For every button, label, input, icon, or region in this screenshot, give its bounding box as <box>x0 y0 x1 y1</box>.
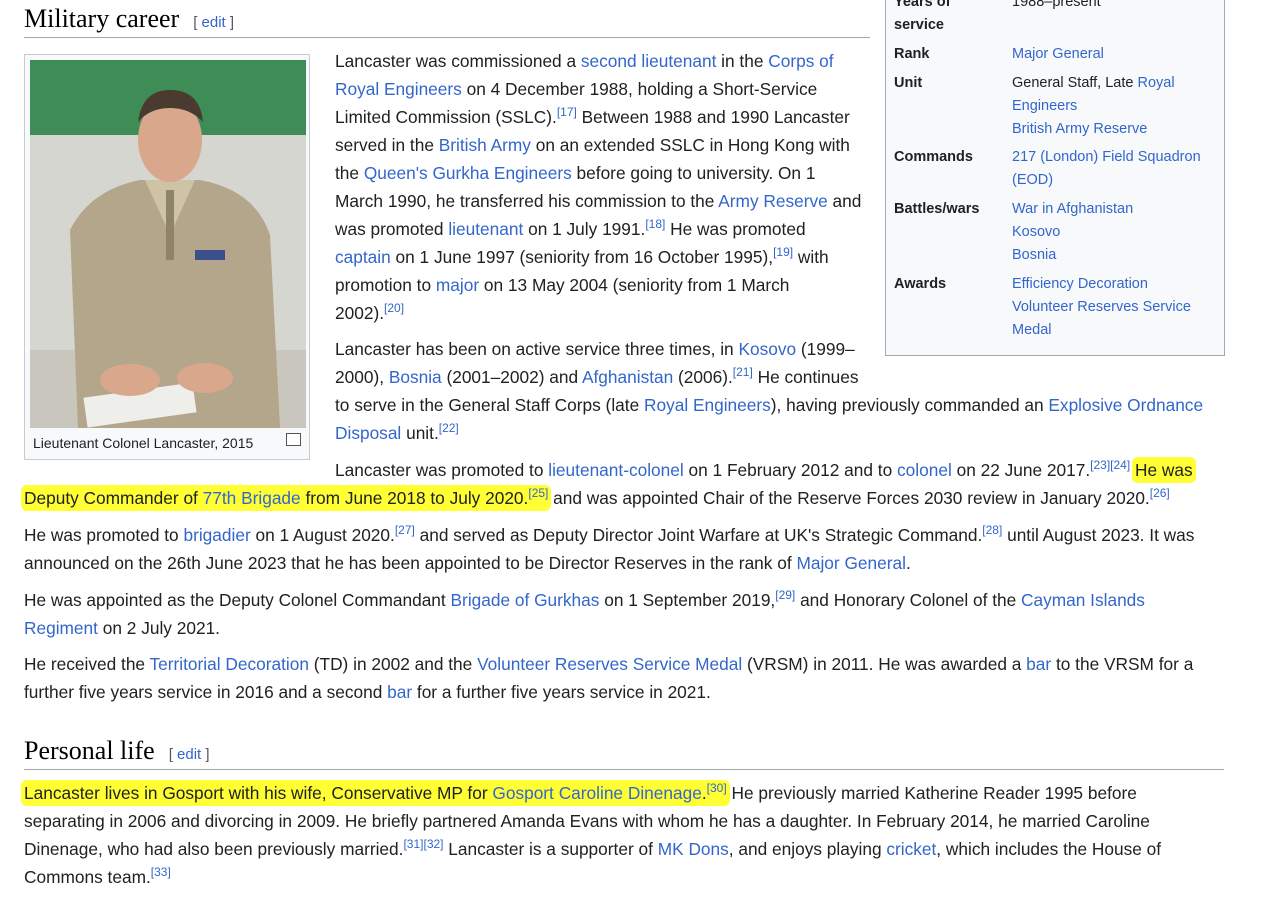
ref-27[interactable]: [27] <box>395 523 415 537</box>
corps-link[interactable]: Corps of <box>768 51 833 71</box>
royal-engineers-link[interactable]: Royal <box>1137 75 1174 91</box>
section-heading-personal-life: Personal life [ edit ] <box>24 736 210 766</box>
ref-23-24[interactable]: [23][24] <box>1090 458 1130 472</box>
edit-section-link[interactable]: [ edit ] <box>169 746 210 763</box>
second-lieutenant-link[interactable]: second lieutenant <box>581 51 716 71</box>
portrait-image <box>30 60 306 428</box>
ref-29[interactable]: [29] <box>775 588 795 602</box>
gurkha-engineers-link[interactable]: Queen's Gurkha Engineers <box>364 163 572 183</box>
field-squadron-link[interactable]: 217 (London) Field Squadron <box>1012 146 1222 169</box>
colonel-link[interactable]: colonel <box>897 460 952 480</box>
paragraph-promotion-colonel-line1: Lancaster was promoted to lieutenant-col… <box>335 458 1193 480</box>
paragraph-personal-life: Lancaster lives in Gosport with his wife… <box>24 781 1162 887</box>
bar-link-2[interactable]: bar <box>387 682 412 702</box>
major-general-link[interactable]: Major General <box>796 553 906 573</box>
field-squadron-link-cont[interactable]: (EOD) <box>1012 169 1222 192</box>
paragraph-brigadier: He was promoted to brigadier on 1 August… <box>24 523 1195 573</box>
heading-underline <box>24 37 870 38</box>
ref-33[interactable]: [33] <box>151 865 171 879</box>
territorial-decoration-link[interactable]: Territorial Decoration <box>150 654 309 674</box>
kosovo-link[interactable]: Kosovo <box>1012 221 1222 244</box>
edit-section-link[interactable]: [ edit ] <box>193 14 234 31</box>
ref-21[interactable]: [21] <box>733 365 753 379</box>
royal-engineers-link-cont[interactable]: Engineers <box>1012 95 1222 118</box>
ref-28[interactable]: [28] <box>982 523 1002 537</box>
british-army-reserve-link[interactable]: British Army Reserve <box>1012 118 1222 141</box>
lieutenant-link[interactable]: lieutenant <box>448 219 523 239</box>
paragraph-promotion-colonel-line2: Deputy Commander of 77th Brigade from Ju… <box>24 486 1170 508</box>
ref-30[interactable]: [30] <box>707 781 727 795</box>
section-heading-military-career: Military career [ edit ] <box>24 4 234 34</box>
bosnia-link[interactable]: Bosnia <box>1012 244 1222 267</box>
vrsm-link[interactable]: Volunteer Reserves Service <box>1012 296 1222 319</box>
ref-25[interactable]: [25] <box>528 486 548 500</box>
afghanistan-war-link[interactable]: War in Afghanistan <box>1012 198 1222 221</box>
british-army-link[interactable]: British Army <box>439 135 531 155</box>
portrait-thumbnail: Lieutenant Colonel Lancaster, 2015 <box>24 54 310 460</box>
efficiency-decoration-link[interactable]: Efficiency Decoration <box>1012 273 1222 296</box>
infobox: Years of service 1988–present Rank Major … <box>885 0 1225 356</box>
ref-31-32[interactable]: [31][32] <box>403 837 443 851</box>
cayman-regiment-link[interactable]: Cayman Islands <box>1021 590 1145 610</box>
brigade-of-gurkhas-link[interactable]: Brigade of Gurkhas <box>451 590 600 610</box>
rank-link[interactable]: Major General <box>1012 43 1222 66</box>
cayman-regiment-link-cont[interactable]: Regiment <box>24 618 98 638</box>
highlight-personal: Lancaster lives in Gosport with his wife… <box>24 781 727 803</box>
enlarge-icon[interactable] <box>286 433 301 446</box>
ref-17[interactable]: [17] <box>557 105 577 119</box>
paragraph-colonel-commandant: He was appointed as the Deputy Colonel C… <box>24 588 1145 638</box>
kosovo-text-link[interactable]: Kosovo <box>738 339 796 359</box>
section-title: Military career <box>24 4 180 33</box>
image-caption: Lieutenant Colonel Lancaster, 2015 <box>33 435 254 451</box>
ref-18[interactable]: [18] <box>645 217 665 231</box>
eod-link[interactable]: Explosive Ordnance <box>1048 395 1203 415</box>
ref-19[interactable]: [19] <box>773 245 793 259</box>
paragraph-commission: Lancaster was commissioned a second lieu… <box>335 51 862 323</box>
mk-dons-link[interactable]: MK Dons <box>658 839 729 859</box>
army-reserve-link[interactable]: Army Reserve <box>718 191 827 211</box>
section-title: Personal life <box>24 736 155 765</box>
paragraph-decorations: He received the Territorial Decoration (… <box>24 654 1194 702</box>
brigadier-link[interactable]: brigadier <box>183 525 250 545</box>
bar-link[interactable]: bar <box>1026 654 1051 674</box>
royal-engineers-text-link-2[interactable]: Royal Engineers <box>644 395 771 415</box>
royal-engineers-text-link[interactable]: Royal Engineers <box>335 79 462 99</box>
portrait-photo[interactable] <box>30 60 306 428</box>
ref-26[interactable]: [26] <box>1150 486 1170 500</box>
lieutenant-colonel-link[interactable]: lieutenant-colonel <box>548 460 683 480</box>
77th-brigade-link[interactable]: 77th Brigade <box>203 488 301 508</box>
captain-link[interactable]: captain <box>335 247 391 267</box>
heading-underline <box>24 769 1224 770</box>
ref-22[interactable]: [22] <box>439 421 459 435</box>
vrsm-text-link[interactable]: Volunteer Reserves Service Medal <box>477 654 742 674</box>
cricket-link[interactable]: cricket <box>886 839 936 859</box>
highlight-deputy-commander-cont: Deputy Commander of 77th Brigade from Ju… <box>24 486 549 508</box>
highlight-deputy-commander: He was <box>1135 460 1193 480</box>
major-link[interactable]: major <box>436 275 479 295</box>
caroline-dinenage-link[interactable]: Caroline Dinenage <box>559 783 702 803</box>
eod-link-cont[interactable]: Disposal <box>335 423 401 443</box>
gosport-link[interactable]: Gosport <box>492 783 553 803</box>
afghanistan-text-link[interactable]: Afghanistan <box>582 367 673 387</box>
ref-20[interactable]: [20] <box>384 301 404 315</box>
paragraph-active-service: Lancaster has been on active service thr… <box>335 339 1204 443</box>
bosnia-text-link[interactable]: Bosnia <box>389 367 442 387</box>
